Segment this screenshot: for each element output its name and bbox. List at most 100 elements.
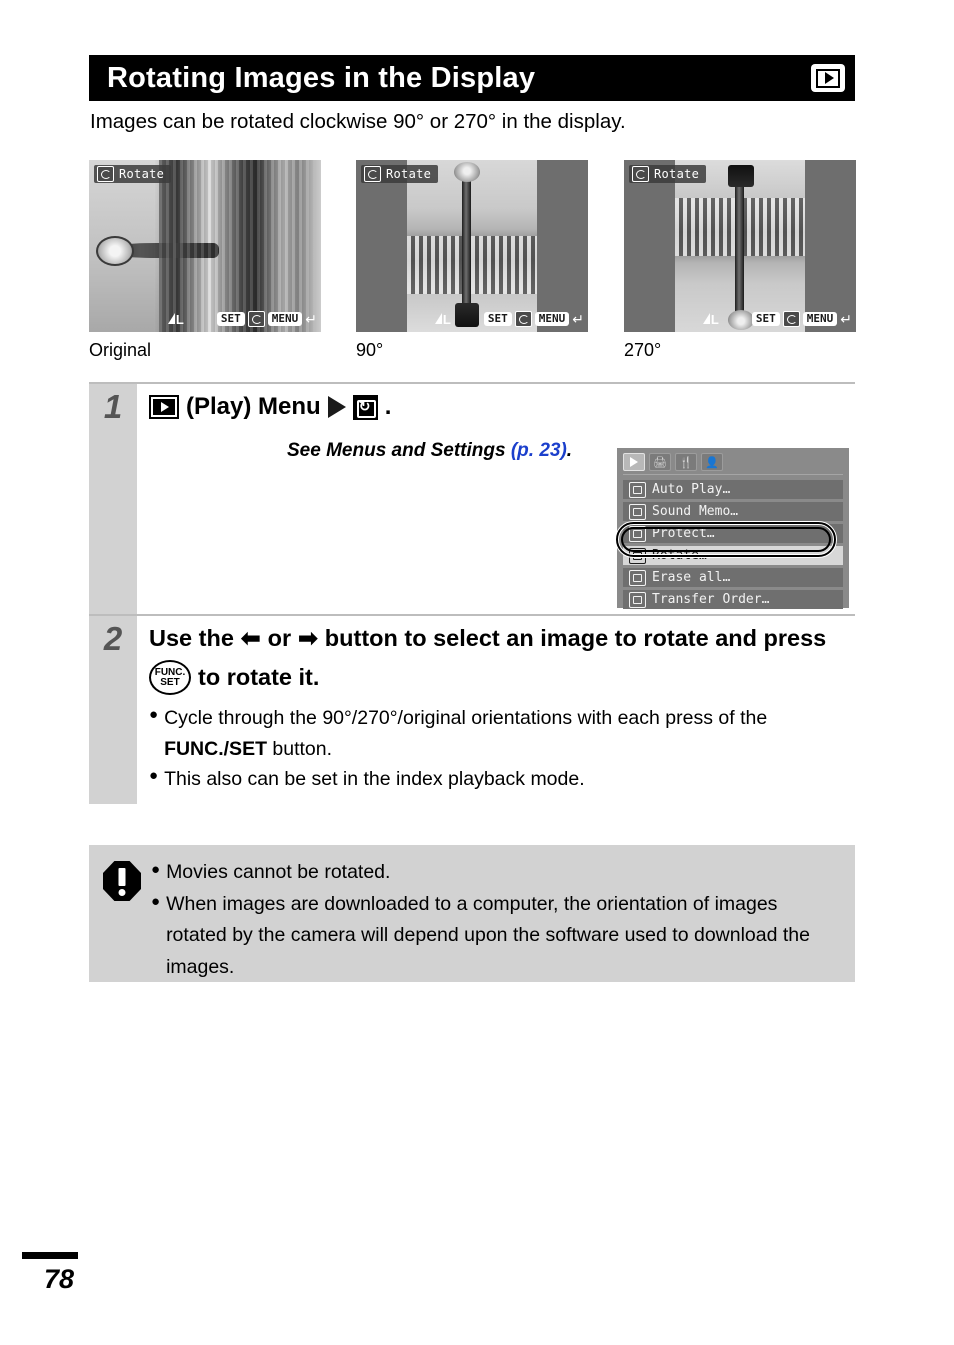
caption-original: Original [89,340,152,360]
play-triangle-icon [161,402,169,412]
camera-menu-tabs: 🖨 🍴 👤 [623,453,843,475]
back-arrow-icon: ↵ [572,311,584,327]
photo-90 [356,160,588,332]
rotate-icon [364,166,381,182]
caption-90: 90° [356,340,384,360]
steps-container: 1 (Play) Menu . See Menus and Settings (… [89,382,855,805]
exclamation-icon [103,861,141,901]
step-2-headline-part1: Use the [149,625,234,651]
osd-quality-text: L [442,311,451,327]
warning-item-1-text: Movies cannot be rotated. [166,861,391,883]
step-2-bullet-1: ● Cycle through the 90°/270°/original or… [149,703,855,763]
photo-270-lamp-base [728,165,755,188]
osd-quality-2: L [434,311,451,327]
camera-menu-item-label: Rotate… [652,548,707,563]
example-screenshot-row: Rotate L SET MENU ↵ Rotate L SET MENU ↵ … [89,160,859,360]
example-screen-90: Rotate L SET MENU ↵ [356,160,588,332]
osd-quality-text: L [710,311,719,327]
osd-set-key: SET [751,311,780,327]
step-2: 2 Use the ⬅ or ➡ button to select an ima… [89,614,855,805]
osd-keys-2: SET MENU ↵ [483,311,584,327]
camera-menu-tab-my-camera[interactable]: 👤 [701,453,723,471]
page-number: 78 [44,1264,75,1294]
osd-menu-key: MENU [802,311,838,327]
bullet-dot-icon: ● [151,861,161,878]
photo-original-lamp [95,235,134,266]
quality-wedge-icon [702,312,710,324]
step-2-headline-part3: to rotate it. [198,664,320,691]
page-title: Rotating Images in the Display [107,61,536,94]
arrow-right-icon: ➡ [298,625,318,651]
step-1-body: (Play) Menu . See Menus and Settings (p.… [137,384,855,614]
osd-quality-3: L [702,311,719,327]
back-arrow-icon: ↵ [305,311,317,327]
step-2-bullet-1-text: Cycle through the 90°/270°/original orie… [164,703,824,763]
trash-icon [629,569,646,586]
step-1-headline: (Play) Menu . [149,392,855,422]
exclamation-icon-dot [118,889,126,896]
camera-menu-item-auto-play[interactable]: Auto Play… [623,480,843,499]
photo-original [89,160,321,332]
camera-menu-item-label: Transfer Order… [652,592,770,607]
rotate-icon [629,547,646,564]
step-2-body: Use the ⬅ or ➡ button to select an image… [137,616,855,804]
microphone-icon [629,503,646,520]
camera-menu-items: Auto Play… Sound Memo… Protect… Rotate… [615,480,843,609]
osd-quality-text: L [175,311,184,327]
arrow-right-icon [327,396,346,418]
camera-menu-item-protect[interactable]: Protect… [623,524,843,543]
intro-text: Images can be rotated clockwise 90° or 2… [90,110,626,133]
camera-menu-item-transfer-order[interactable]: Transfer Order… [623,590,843,609]
camera-menu-tab-print[interactable]: 🖨 [649,453,671,471]
osd-bottom-bar-2: L SET MENU ↵ [356,310,588,328]
photo-90-lamppost [461,170,471,322]
camera-menu-item-rotate[interactable]: Rotate… [623,546,843,565]
back-arrow-icon: ↵ [840,311,852,327]
step-2-number: 2 [103,620,123,657]
step-1-subtext-lead: See Menus and Settings [287,440,511,461]
example-screen-270: Rotate L SET MENU ↵ [624,160,856,332]
step-2-bullet-2: ● This also can be set in the index play… [149,764,855,794]
play-menu-icon [149,395,179,419]
quality-wedge-icon [434,312,442,324]
rotate-icon [352,394,378,420]
photo-270-lamppost [734,170,744,322]
camera-menu-item-label: Protect… [652,526,715,541]
play-icon [811,64,845,92]
photo-270 [624,160,856,332]
warning-item-1: ● Movies cannot be rotated. [151,857,836,889]
step-1-subtext-end: . [566,440,573,461]
func-set-bottom-label: SET [160,676,180,688]
page-reference-link[interactable]: (p. 23) [511,440,567,461]
step-2-bullets: ● Cycle through the 90°/270°/original or… [149,703,855,794]
osd-rotate-text: Rotate [654,167,700,181]
example-screen-original: Rotate L SET MENU ↵ [89,160,321,332]
camera-menu-item-erase-all[interactable]: Erase all… [623,568,843,587]
osd-set-key: SET [216,311,245,327]
step-1-play-label: (Play) Menu [186,393,321,420]
camera-menu-tab-play[interactable] [623,453,645,471]
camera-menu-item-label: Erase all… [652,570,731,585]
quality-wedge-icon [167,312,175,324]
camera-menu-item-label: Auto Play… [652,482,731,497]
osd-rotate-text: Rotate [386,167,432,181]
rotate-icon [514,311,532,327]
camera-menu-tab-tools[interactable]: 🍴 [675,453,697,471]
camera-menu-screenshot: 🖨 🍴 👤 Auto Play… Sound Memo… Protect… Ro… [615,448,849,609]
bullet-dot-icon: ● [149,706,159,724]
osd-bottom-bar-3: L SET MENU ↵ [624,310,856,328]
page-header: Rotating Images in the Display [89,55,855,101]
osd-menu-key: MENU [267,311,303,327]
photo-270-scene [675,160,805,332]
bullet-1-tail: button. [266,737,333,760]
step-2-headline-or: or [267,625,292,651]
exclamation-icon-bar [118,868,126,886]
photo-90-scene [407,160,537,332]
play-menu-icon-fill [153,399,175,415]
osd-menu-key: MENU [534,311,570,327]
play-triangle-icon [630,457,638,467]
camera-menu-item-sound-memo[interactable]: Sound Memo… [623,502,843,521]
func-set-button-icon: FUNC. SET [149,660,191,696]
bullet-1-lead: Cycle through the 90°/270°/original orie… [164,707,768,730]
rotate-icon [632,166,649,182]
